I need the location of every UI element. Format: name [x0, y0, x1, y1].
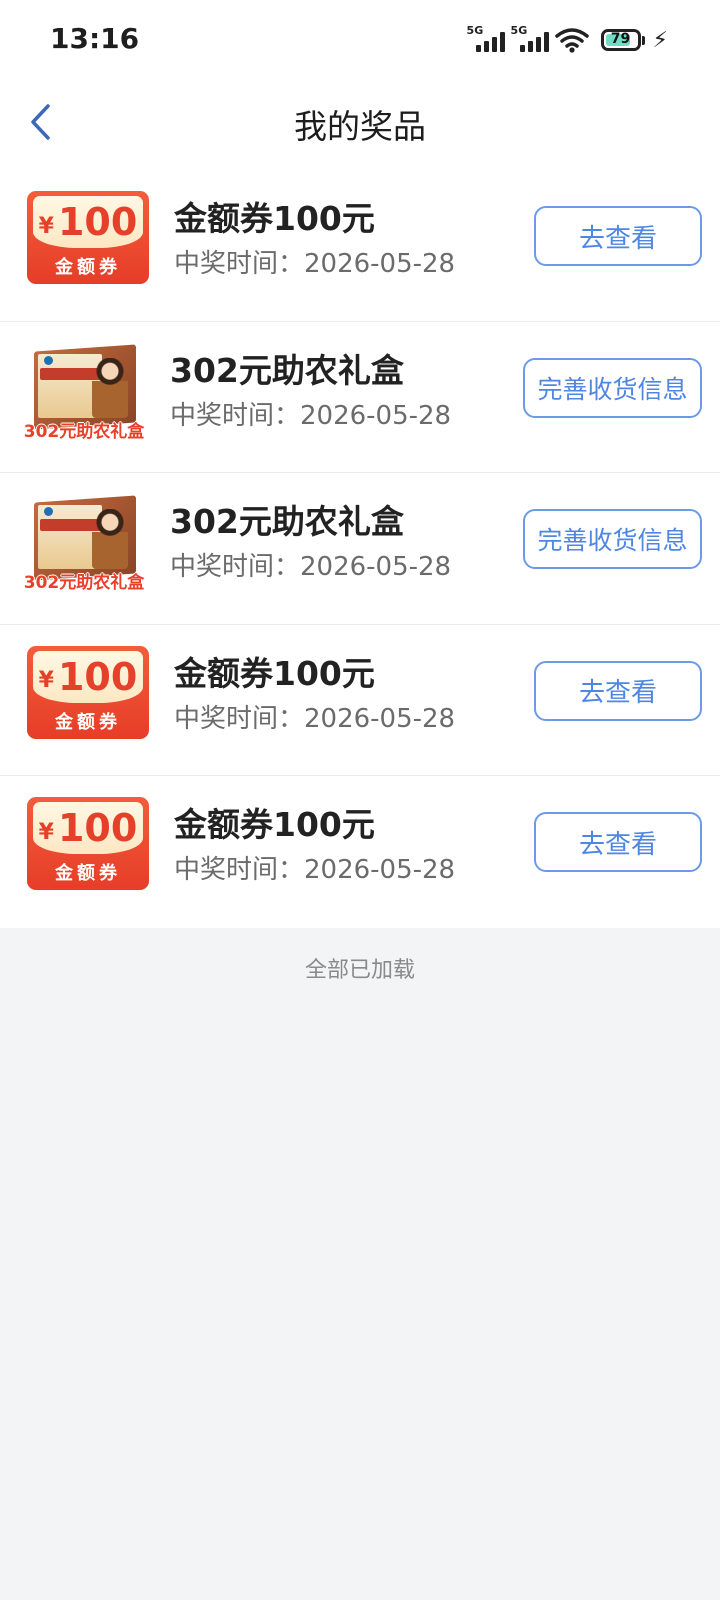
- signal-icon: 5G: [511, 24, 549, 54]
- prize-item: 302元助农礼盒 302元助农礼盒 中奖时间：2026-05-28 完善收货信息: [0, 473, 720, 625]
- coupon-amount: 100: [57, 654, 138, 699]
- gift-box-thumbnail: 302元助农礼盒: [22, 343, 146, 444]
- status-icons: 5G 5G 79 ⚡: [467, 24, 668, 56]
- coupon-thumbnail: ¥ 100 金额券: [27, 645, 149, 739]
- prize-item: 302元助农礼盒 302元助农礼盒 中奖时间：2026-05-28 完善收货信息: [0, 322, 720, 473]
- prize-win-time: 中奖时间：2026-05-28: [174, 703, 456, 734]
- gift-box-thumbnail: 302元助农礼盒: [22, 495, 146, 595]
- prize-item: ¥ 100 金额券 金额券100元中奖时间：2026-05-28 去查看: [0, 776, 720, 928]
- nav-bar: 我的奖品: [0, 80, 720, 170]
- prize-win-time: 中奖时间：2026-05-28: [174, 855, 456, 885]
- coupon-thumbnail: ¥ 100 金额券: [27, 797, 149, 890]
- currency-symbol: ¥: [38, 819, 54, 845]
- signal-icon: 5G: [467, 24, 505, 54]
- prize-name: 金额券100元: [174, 653, 375, 693]
- farmer-illustration: [92, 357, 128, 418]
- coupon-amount: 100: [57, 200, 138, 244]
- status-bar: 13:16 5G 5G 79 ⚡: [0, 0, 720, 80]
- wifi-icon: [554, 28, 589, 53]
- battery-level: 79: [610, 31, 631, 47]
- currency-symbol: ¥: [38, 668, 54, 693]
- charging-icon: ⚡: [652, 27, 668, 53]
- page-title: 我的奖品: [294, 107, 426, 146]
- load-status: 全部已加载: [304, 958, 415, 983]
- prize-win-time: 中奖时间：2026-05-28: [174, 249, 456, 279]
- prize-list: ¥ 100 金额券 金额券100元 中奖时间：2026-05-28 去查看 302元…: [0, 170, 720, 928]
- gift-box-caption: 302元助农礼盒: [23, 573, 145, 593]
- prize-name: 金额券100元: [174, 805, 375, 844]
- gift-box-caption: 302元助农礼盒: [23, 421, 145, 442]
- brand-logo-icon: [44, 355, 53, 365]
- view-coupon-button[interactable]: 去查看: [534, 206, 702, 266]
- coupon-label: 金额券: [55, 711, 121, 733]
- prize-name: 302元助农礼盒: [170, 502, 404, 541]
- prize-win-time: 中奖时间：2026-05-28: [170, 552, 452, 582]
- coupon-thumbnail: ¥ 100 金额券: [27, 191, 149, 284]
- prize-win-time: 中奖时间：2026-05-28: [170, 400, 452, 431]
- currency-symbol: ¥: [38, 213, 54, 239]
- brand-logo-icon: [44, 507, 53, 516]
- battery-icon: 79: [600, 29, 641, 51]
- complete-shipping-info-button[interactable]: 完善收货信息: [523, 357, 702, 418]
- coupon-label: 金额券: [55, 863, 121, 884]
- farmer-illustration: [92, 509, 128, 569]
- prize-name: 302元助农礼盒: [170, 350, 404, 390]
- prize-name: 金额券100元: [174, 199, 375, 238]
- complete-shipping-info-button[interactable]: 完善收货信息: [523, 509, 702, 569]
- prize-item: ¥ 100 金额券 金额券100元中奖时间：2026-05-28 去查看: [0, 170, 720, 322]
- view-coupon-button[interactable]: 去查看: [534, 660, 702, 721]
- coupon-amount: 100: [57, 806, 138, 850]
- coupon-label: 金额券: [55, 257, 121, 278]
- status-time: 13:16: [50, 22, 140, 55]
- view-coupon-button[interactable]: 去查看: [534, 812, 702, 872]
- prize-item: ¥ 100 金额券 金额券100元中奖时间：2026-05-28 去查看: [0, 625, 720, 776]
